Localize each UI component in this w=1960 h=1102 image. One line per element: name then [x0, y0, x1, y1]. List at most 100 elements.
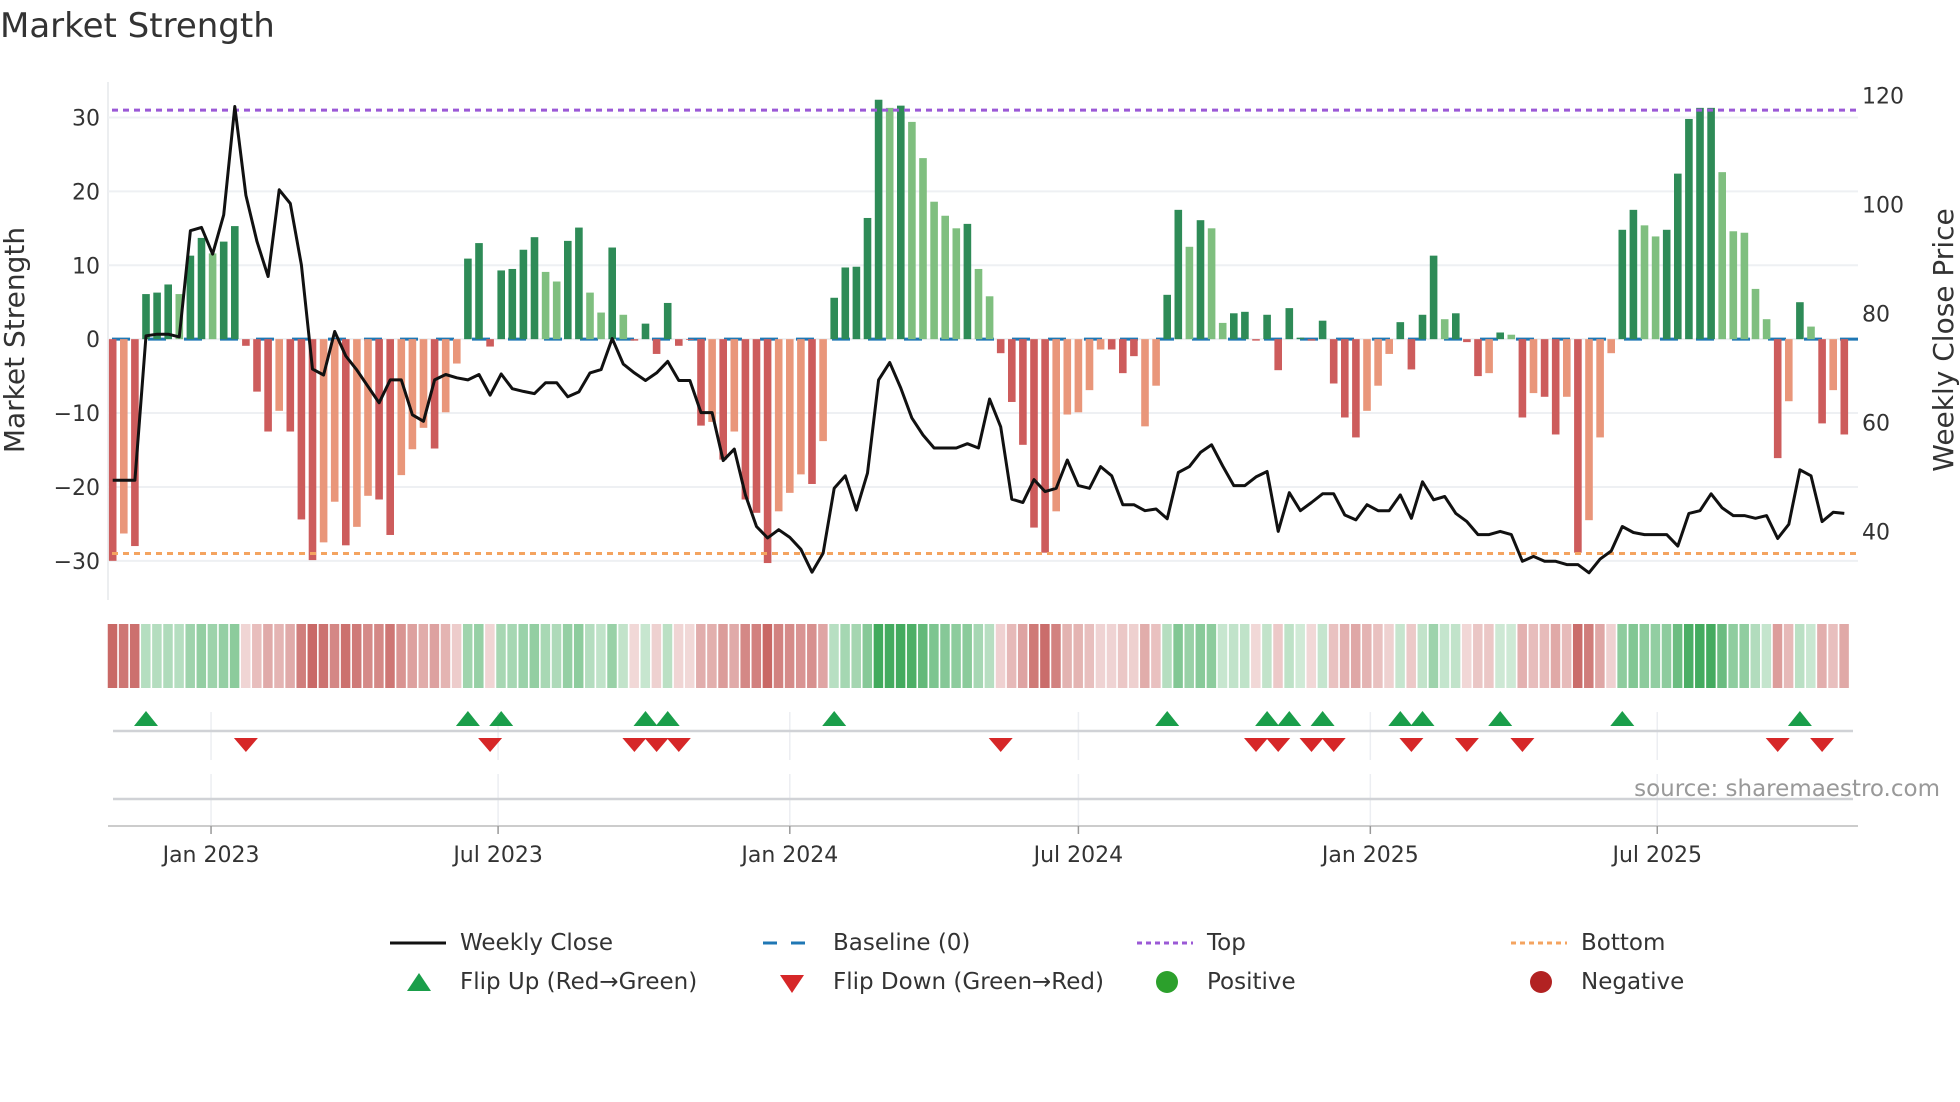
strength-bar: [1019, 339, 1027, 445]
strength-bar: [919, 158, 927, 340]
legend-label: Positive: [1207, 969, 1296, 995]
legend-flip-down: Flip Down (Green→Red): [778, 969, 1104, 995]
strip-cell: [1595, 624, 1605, 688]
strip-cell: [740, 624, 750, 688]
circle-green-icon: [1156, 971, 1178, 993]
strip-cell: [152, 624, 162, 688]
y-axis-title: Market Strength: [0, 227, 31, 453]
strength-bar: [1030, 339, 1038, 528]
strip-cell: [773, 624, 784, 688]
strength-bar: [808, 339, 816, 484]
strip-cell: [1772, 624, 1783, 688]
strip-cell: [918, 624, 928, 688]
strip-cell: [873, 624, 884, 688]
y-tick-label: 0: [86, 328, 100, 353]
strip-cell: [396, 624, 406, 688]
strip-cell: [1806, 624, 1816, 688]
strength-bar: [497, 270, 505, 340]
legend-label: Flip Up (Red→Green): [460, 969, 698, 995]
strip-cell: [651, 624, 662, 688]
strength-bar: [763, 339, 772, 564]
strength-bar: [1629, 209, 1638, 340]
strength-bar: [897, 105, 905, 340]
flip-down-marker: [1399, 738, 1424, 752]
strength-bar: [1185, 246, 1194, 340]
strip-cell: [540, 624, 551, 688]
strength-bar: [797, 339, 805, 475]
strength-bar: [1540, 339, 1549, 397]
strength-bar: [1840, 339, 1849, 435]
strip-cell: [1606, 624, 1616, 688]
strip-cell: [1350, 624, 1361, 688]
flip-up-marker: [1155, 711, 1180, 726]
y2-tick-label: 40: [1862, 520, 1890, 545]
strength-bar: [1329, 339, 1338, 384]
strip-cell: [1817, 624, 1827, 688]
strength-bar: [1207, 228, 1216, 340]
strength-bar: [1507, 334, 1516, 340]
strength-bar: [1796, 302, 1804, 340]
strip-cell: [1550, 624, 1561, 688]
strength-bar: [963, 223, 972, 340]
flip-up-marker: [134, 711, 158, 726]
flip-up-marker: [455, 711, 480, 726]
strength-bar: [375, 339, 383, 500]
strip-cell: [407, 624, 417, 688]
strength-bar: [1085, 339, 1094, 391]
strip-cell: [1306, 624, 1317, 688]
strength-bar: [1740, 232, 1749, 340]
strip-cell: [973, 624, 984, 688]
strength-bar: [1307, 339, 1316, 341]
strength-bar: [1474, 339, 1482, 377]
strip-cell: [629, 624, 639, 688]
strip-cell: [118, 624, 129, 688]
strength-bar: [996, 339, 1005, 354]
strength-bar: [231, 226, 239, 340]
strip-cell: [906, 624, 917, 688]
strip-cell: [1561, 624, 1572, 688]
strength-bar: [1773, 339, 1782, 459]
strip-cell: [141, 624, 151, 688]
strip-cell: [1106, 624, 1117, 688]
strip-cell: [240, 624, 251, 688]
strength-bar: [364, 339, 372, 496]
strip-cell: [1206, 624, 1217, 688]
strip-cell: [684, 624, 695, 688]
y2-tick-label: 120: [1862, 85, 1904, 110]
strip-cell: [940, 624, 950, 688]
strength-bar: [1107, 339, 1116, 350]
strength-bar: [1440, 319, 1449, 340]
x-tick-label: Jan 2025: [1320, 843, 1419, 868]
strip-cell: [784, 624, 795, 688]
strength-bar: [1496, 332, 1504, 340]
strength-bar: [330, 339, 339, 502]
strength-bar: [242, 339, 250, 346]
strength-bar: [1574, 339, 1582, 553]
legend-top: Top: [1137, 930, 1246, 956]
triangle-down-icon: [780, 975, 804, 993]
strip-cell: [929, 624, 939, 688]
strength-bar: [1074, 339, 1083, 413]
strip-cell: [1783, 624, 1794, 688]
strength-bar: [1096, 339, 1105, 350]
strip-cell: [1362, 624, 1372, 688]
strip-cell: [429, 624, 440, 688]
strip-cell: [440, 624, 451, 688]
strip-cell: [984, 624, 995, 688]
strength-bar: [586, 292, 594, 340]
strip-cell: [1473, 624, 1483, 688]
strip-cell: [1739, 624, 1749, 688]
strength-bar: [1318, 320, 1327, 340]
strip-cell: [618, 624, 628, 688]
strength-bar: [164, 284, 172, 340]
strength-bar: [1230, 313, 1238, 340]
flip-down-marker: [1244, 738, 1268, 752]
strength-bar: [1407, 339, 1416, 370]
legend-positive: Positive: [1154, 969, 1296, 995]
flip-markers: [113, 711, 1853, 826]
flip-up-marker: [489, 711, 514, 726]
strip-cell: [163, 624, 173, 688]
strength-bar: [1651, 236, 1660, 340]
line-sample-icon: [390, 941, 446, 945]
strip-cell: [662, 624, 673, 688]
